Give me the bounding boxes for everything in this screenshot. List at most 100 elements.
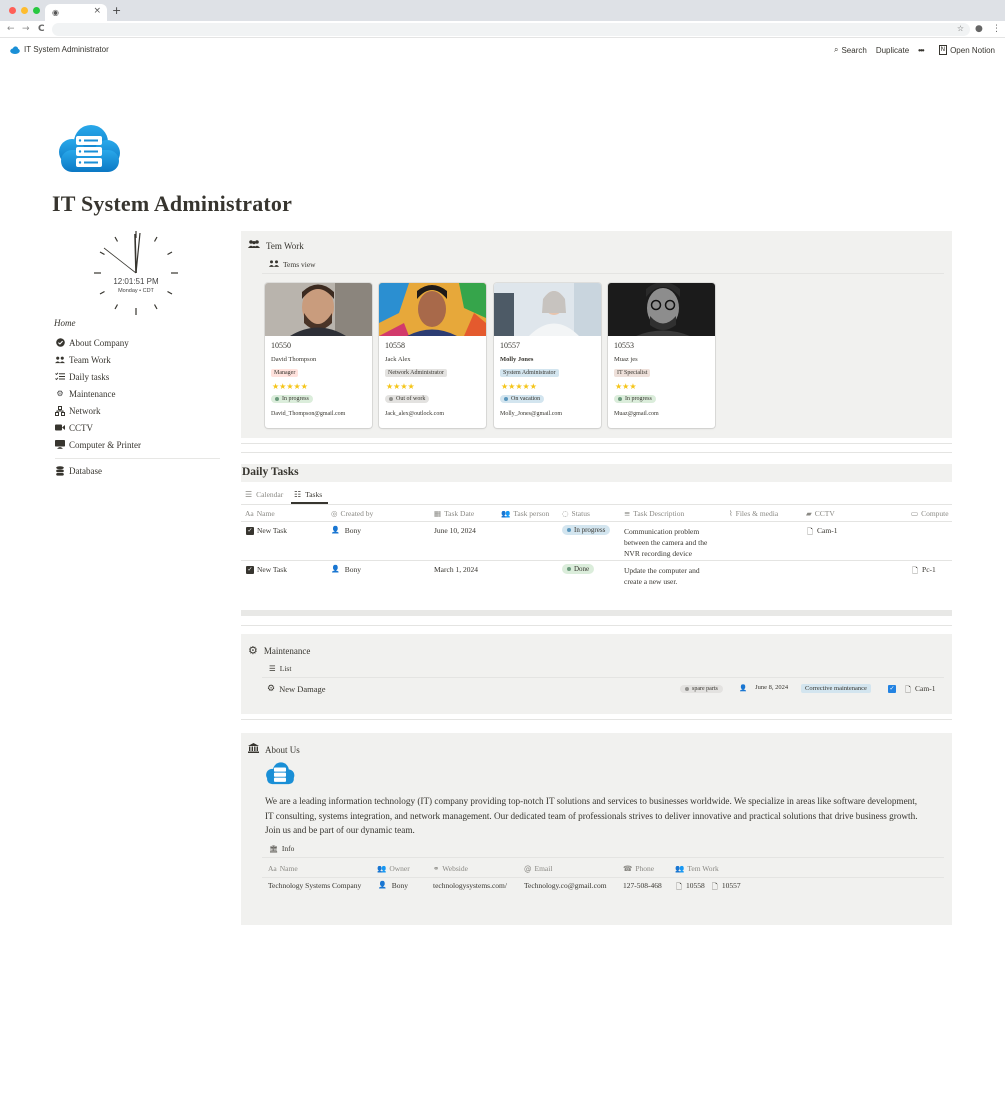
task-checkbox-icon: ✓ xyxy=(246,565,254,574)
team-card[interactable]: 10558 Jack Alex Network Administrator ★★… xyxy=(379,283,486,428)
team-card[interactable]: 10550 David Thompson Manager ★★★★★ In pr… xyxy=(265,283,372,428)
new-tab-button[interactable]: + xyxy=(112,4,121,17)
tab-tasks[interactable]: ☷ Tasks xyxy=(294,490,322,499)
email-cell[interactable]: Technology.co@gmail.com xyxy=(524,881,607,890)
member-id: 10557 xyxy=(500,341,520,350)
minimize-window-button[interactable] xyxy=(21,7,28,14)
close-window-button[interactable] xyxy=(9,7,16,14)
column-header-owner[interactable]: 👥 Owner xyxy=(377,864,410,873)
bookmark-star-icon[interactable]: ☆ xyxy=(957,24,964,33)
role-tag: System Administrator xyxy=(500,369,559,377)
browser-tab[interactable]: ◉ × xyxy=(45,4,107,21)
table-header-divider xyxy=(241,521,952,522)
forward-button[interactable]: → xyxy=(22,24,30,34)
website-cell[interactable]: technologysystems.com/ xyxy=(433,881,507,890)
table-row-divider xyxy=(241,560,952,561)
description-line: between the camera and the xyxy=(624,538,708,547)
column-label: Task person xyxy=(513,509,550,518)
member-email[interactable]: Molly_Jones@gmail.com xyxy=(500,411,562,417)
nav-network[interactable]: Network xyxy=(55,402,220,419)
team-card[interactable]: 10557 Molly Jones System Administrator ★… xyxy=(494,283,601,428)
reload-button[interactable]: C xyxy=(38,24,45,34)
team-card[interactable]: 10553 Muaz jes IT Specialist ★★★ In prog… xyxy=(608,283,715,428)
status-badge: On vacation xyxy=(500,395,545,403)
member-email[interactable]: David_Thompson@gmail.com xyxy=(271,411,345,417)
member-email[interactable]: Jack_alex@outlock.com xyxy=(385,411,444,417)
table-row-name[interactable]: ✓ New Task xyxy=(246,565,287,574)
maintenance-header: ⚙ Maintenance xyxy=(248,644,310,657)
maintenance-view-tab[interactable]: ☰ List xyxy=(269,664,291,673)
open-notion-button[interactable]: N Open Notion xyxy=(938,45,995,55)
rating-stars: ★★★★★ xyxy=(272,382,308,391)
status-label: In progress xyxy=(625,396,652,402)
close-tab-icon[interactable]: × xyxy=(93,6,101,16)
window-controls[interactable] xyxy=(9,7,40,14)
breadcrumb-title[interactable]: IT System Administrator xyxy=(24,45,109,54)
company-name-cell[interactable]: Technology Systems Company xyxy=(268,881,361,890)
team-link[interactable]: 10557 xyxy=(722,881,741,894)
role-tag: Network Administrator xyxy=(385,369,447,377)
member-photo xyxy=(265,283,372,336)
cctv-cell[interactable]: 🗋 Cam-1 xyxy=(807,526,837,539)
member-name: Muaz jes xyxy=(614,356,638,363)
address-bar[interactable]: ☆ xyxy=(52,23,970,36)
about-line: IT consulting, systems integration, and … xyxy=(265,810,918,821)
column-header-name[interactable]: Aa Name xyxy=(245,509,275,518)
nav-database[interactable]: Database xyxy=(55,462,220,479)
column-header-created-by[interactable]: ◎ Created by xyxy=(331,509,373,518)
maximize-window-button[interactable] xyxy=(33,7,40,14)
nav-label: Daily tasks xyxy=(69,371,110,382)
nav-daily-tasks[interactable]: Daily tasks xyxy=(55,368,220,385)
column-header-team-work[interactable]: 👥 Tem Work xyxy=(675,864,719,873)
column-header-files-media[interactable]: ⌇ Files & media xyxy=(729,509,778,518)
column-header-phone[interactable]: ☎ Phone xyxy=(623,864,654,873)
creator-name: Bony xyxy=(344,565,361,574)
nav-cctv[interactable]: CCTV xyxy=(55,419,220,436)
search-button[interactable]: ⌕ Search xyxy=(834,45,867,55)
tab-label: Calendar xyxy=(256,490,284,499)
column-label: Phone xyxy=(635,864,655,873)
tab-calendar[interactable]: ☰ Calendar xyxy=(245,490,283,499)
done-checkbox[interactable]: ✓ xyxy=(888,685,896,693)
column-header-website[interactable]: ⚭ Webside xyxy=(433,864,468,873)
nav-team-work[interactable]: Team Work xyxy=(55,351,220,368)
column-header-status[interactable]: ◌ Status xyxy=(562,509,590,518)
table-row-name[interactable]: ✓ New Task xyxy=(246,526,287,535)
task-name: New Task xyxy=(257,565,287,574)
column-header-task-date[interactable]: ▦ Task Date xyxy=(434,509,474,518)
people-icon xyxy=(248,240,260,251)
breadcrumb[interactable]: IT System Administrator xyxy=(10,45,109,54)
team-view-tab[interactable]: Tems view xyxy=(269,260,316,269)
back-button[interactable]: ← xyxy=(7,24,15,34)
cctv-cell[interactable]: 🗋 Cam-1 xyxy=(905,684,935,697)
browser-menu-icon[interactable]: ⋮ xyxy=(992,24,1001,34)
column-label: Tem Work xyxy=(687,864,719,873)
section-title: Maintenance xyxy=(263,645,311,656)
section-title: About Us xyxy=(265,744,300,755)
nav-computer-printer[interactable]: Computer & Printer xyxy=(55,436,220,453)
duplicate-button[interactable]: Duplicate xyxy=(876,46,909,55)
team-work-cell[interactable]: 🗋 10558 🗋 10557 xyxy=(676,881,741,894)
nav-label: Network xyxy=(69,405,101,416)
nav-maintenance[interactable]: ⚙ Maintenance xyxy=(55,385,220,402)
people-icon: 👥 xyxy=(501,509,511,518)
member-email[interactable]: Muaz@gmail.com xyxy=(614,411,659,417)
team-link[interactable]: 10558 xyxy=(686,881,705,894)
column-header-task-person[interactable]: 👥 Task person xyxy=(501,509,549,518)
column-header-email[interactable]: @ Email xyxy=(524,864,552,873)
tag-badge: spare parts xyxy=(680,685,723,693)
list-item[interactable]: ⚙ New Damage xyxy=(267,684,326,694)
info-view-tab[interactable]: 🏛 Info xyxy=(269,844,294,853)
column-header-name[interactable]: Aa Name xyxy=(268,864,298,873)
nav-label: Team Work xyxy=(69,354,111,365)
paperclip-icon: ⌇ xyxy=(729,509,733,518)
daily-tasks-title: Daily Tasks xyxy=(242,466,299,478)
column-header-cctv[interactable]: ▰ CCTV xyxy=(806,509,835,518)
section-divider xyxy=(241,452,952,453)
profile-icon[interactable]: ● xyxy=(975,24,983,34)
computer-cell[interactable]: 🗋 Pc-1 xyxy=(912,565,936,578)
nav-about-company[interactable]: About Company xyxy=(55,334,220,351)
column-header-task-description[interactable]: ≡ Task Description xyxy=(624,509,684,518)
column-header-computer[interactable]: ▭ Compute xyxy=(911,509,949,518)
more-button[interactable]: ••• xyxy=(918,46,924,55)
